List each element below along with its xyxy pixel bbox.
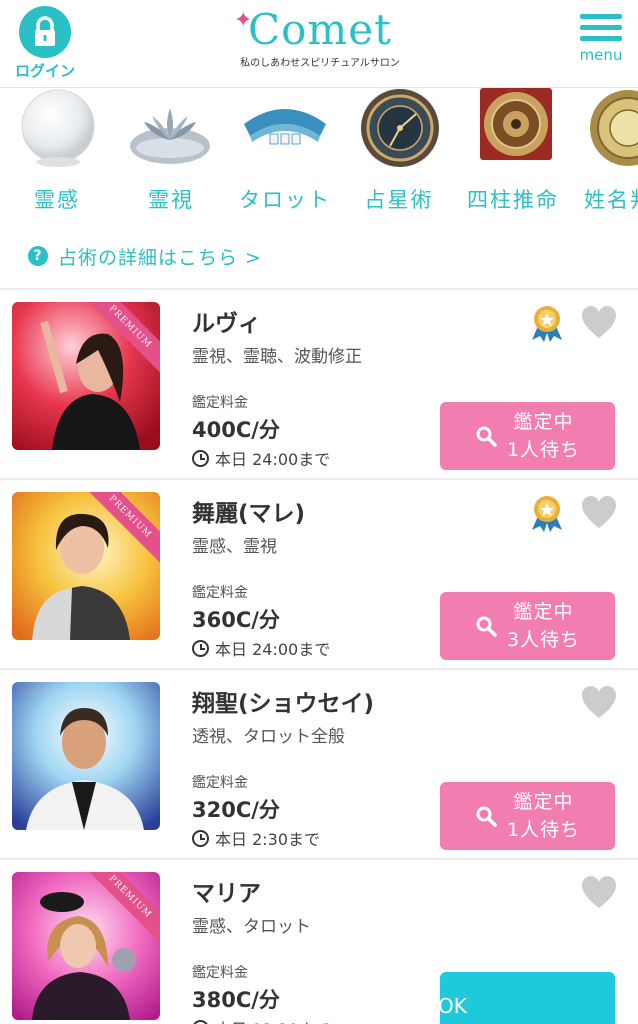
search-icon bbox=[476, 616, 497, 637]
favorite-heart-icon[interactable] bbox=[580, 684, 618, 720]
fortune-teller-card[interactable]: 翔聖(ショウセイ) 透視、タロット全般 鑑定料金 320C/分 本日 2:30ま… bbox=[0, 670, 638, 860]
consult-status-button[interactable]: 鑑定中 3人待ち bbox=[440, 592, 615, 660]
login-label: ログイン bbox=[14, 62, 75, 80]
fortune-teller-card[interactable]: PREMIUM マリア 霊感、タロット 鑑定料金 380C/分 本日 23:30… bbox=[0, 860, 638, 1024]
app-header: ログイン ✦ Comet 私のしあわせスピリチュアルサロン menu bbox=[0, 0, 638, 88]
fortune-teller-name[interactable]: 翔聖(ショウセイ) bbox=[192, 684, 374, 718]
fortune-teller-skills: 霊感、タロット bbox=[192, 917, 311, 937]
fortune-teller-skills: 透視、タロット全般 bbox=[192, 727, 345, 747]
category-astrology[interactable]: 占星術 bbox=[342, 88, 456, 218]
lotus-image bbox=[130, 108, 210, 164]
consult-available-button[interactable]: OK bbox=[438, 972, 615, 1024]
favorite-heart-icon[interactable] bbox=[580, 494, 618, 530]
award-badge-icon bbox=[532, 496, 562, 532]
available-hours: 本日 24:00まで bbox=[192, 636, 330, 660]
fortune-teller-photo[interactable]: PREMIUM bbox=[12, 302, 160, 450]
available-hours: 本日 23:30まで bbox=[192, 1016, 330, 1024]
category-label: 占星術 bbox=[364, 188, 434, 212]
fee-value: 380C/分 bbox=[192, 988, 280, 1012]
fee-value: 400C/分 bbox=[192, 418, 280, 442]
clock-icon bbox=[192, 1019, 209, 1024]
fortune-teller-name[interactable]: ルヴィ bbox=[192, 304, 261, 338]
status-line-2: 1人待ち bbox=[506, 819, 581, 841]
sparkle-icon: ✦ bbox=[234, 8, 253, 33]
tarot-cards-image bbox=[244, 109, 326, 145]
hours-text: 本日 2:30まで bbox=[215, 830, 321, 849]
crystal-ball-image bbox=[21, 89, 95, 167]
category-shichusuimei[interactable]: 四柱推命 bbox=[456, 88, 570, 218]
category-label: 霊感 bbox=[34, 188, 80, 212]
clock-icon bbox=[192, 449, 209, 467]
fee-value: 360C/分 bbox=[192, 608, 280, 632]
logo-title: Comet bbox=[248, 5, 392, 54]
hours-text: 本日 23:30まで bbox=[215, 1016, 330, 1024]
category-label: 四柱推命 bbox=[467, 188, 559, 212]
favorite-heart-icon[interactable] bbox=[580, 304, 618, 340]
status-line-2: 1人待ち bbox=[506, 439, 581, 461]
fee-label: 鑑定料金 bbox=[192, 775, 248, 791]
category-carousel[interactable]: 霊感 霊視 タロット 占星術 四柱推命 姓名 bbox=[0, 88, 638, 218]
divination-details-label: 占術の詳細はこちら > bbox=[58, 246, 262, 269]
category-reikan[interactable]: 霊感 bbox=[0, 88, 114, 218]
logo-subtitle: 私のしあわせスピリチュアルサロン bbox=[240, 58, 400, 69]
menu-label: menu bbox=[579, 46, 623, 64]
status-line-1: 鑑定中 bbox=[513, 791, 574, 813]
fortune-teller-card[interactable]: PREMIUM ルヴィ 霊視、霊聴、波動修正 鑑定料金 400C/分 本日 24… bbox=[0, 290, 638, 480]
fortune-teller-photo[interactable]: PREMIUM bbox=[12, 492, 160, 640]
divination-details-link[interactable]: ? 占術の詳細はこちら > bbox=[28, 240, 262, 272]
astrolabe-image bbox=[361, 89, 439, 167]
compass-board-image bbox=[480, 88, 552, 160]
hours-text: 本日 24:00まで bbox=[215, 450, 331, 469]
fee-label: 鑑定料金 bbox=[192, 585, 248, 601]
status-line-1: 鑑定中 bbox=[513, 601, 574, 623]
clock-icon bbox=[192, 639, 209, 657]
category-seimeihandan[interactable]: 姓名判 bbox=[570, 88, 638, 218]
award-badge-icon bbox=[532, 306, 562, 342]
fee-label: 鑑定料金 bbox=[192, 965, 248, 981]
search-icon bbox=[476, 806, 497, 827]
status-line-1: OK bbox=[438, 994, 467, 1018]
lock-icon bbox=[19, 6, 71, 58]
consult-status-button[interactable]: 鑑定中 1人待ち bbox=[440, 402, 615, 470]
category-label: 霊視 bbox=[148, 188, 194, 212]
fee-value: 320C/分 bbox=[192, 798, 280, 822]
fee-label: 鑑定料金 bbox=[192, 395, 248, 411]
category-tarot[interactable]: タロット bbox=[228, 88, 342, 218]
status-line-1: 鑑定中 bbox=[513, 411, 574, 433]
hours-text: 本日 24:00まで bbox=[215, 640, 331, 659]
site-logo[interactable]: ✦ Comet 私のしあわせスピリチュアルサロン bbox=[230, 6, 410, 76]
fortune-teller-photo[interactable]: PREMIUM bbox=[12, 872, 160, 1020]
fortune-teller-skills: 霊視、霊聴、波動修正 bbox=[192, 347, 362, 367]
available-hours: 本日 2:30まで bbox=[192, 826, 320, 850]
fortune-teller-name[interactable]: マリア bbox=[192, 874, 261, 908]
category-label: タロット bbox=[239, 188, 331, 212]
fortune-teller-card[interactable]: PREMIUM 舞麗(マレ) 霊感、霊視 鑑定料金 360C/分 本日 24:0… bbox=[0, 480, 638, 670]
question-circle-icon: ? bbox=[28, 246, 48, 266]
hamburger-icon bbox=[574, 14, 628, 41]
fortune-teller-name[interactable]: 舞麗(マレ) bbox=[192, 494, 305, 528]
consult-status-button[interactable]: 鑑定中 1人待ち bbox=[440, 782, 615, 850]
gold-dial-image bbox=[590, 90, 638, 166]
favorite-heart-icon[interactable] bbox=[580, 874, 618, 910]
fortune-teller-photo[interactable] bbox=[12, 682, 160, 830]
search-icon bbox=[476, 426, 497, 447]
fortune-teller-skills: 霊感、霊視 bbox=[192, 537, 277, 557]
category-label: 姓名判 bbox=[584, 188, 638, 212]
clock-icon bbox=[192, 829, 209, 847]
category-reishi[interactable]: 霊視 bbox=[114, 88, 228, 218]
login-button[interactable]: ログイン bbox=[10, 6, 80, 82]
status-line-2: 3人待ち bbox=[506, 629, 581, 651]
available-hours: 本日 24:00まで bbox=[192, 446, 330, 470]
menu-button[interactable]: menu bbox=[574, 14, 628, 74]
